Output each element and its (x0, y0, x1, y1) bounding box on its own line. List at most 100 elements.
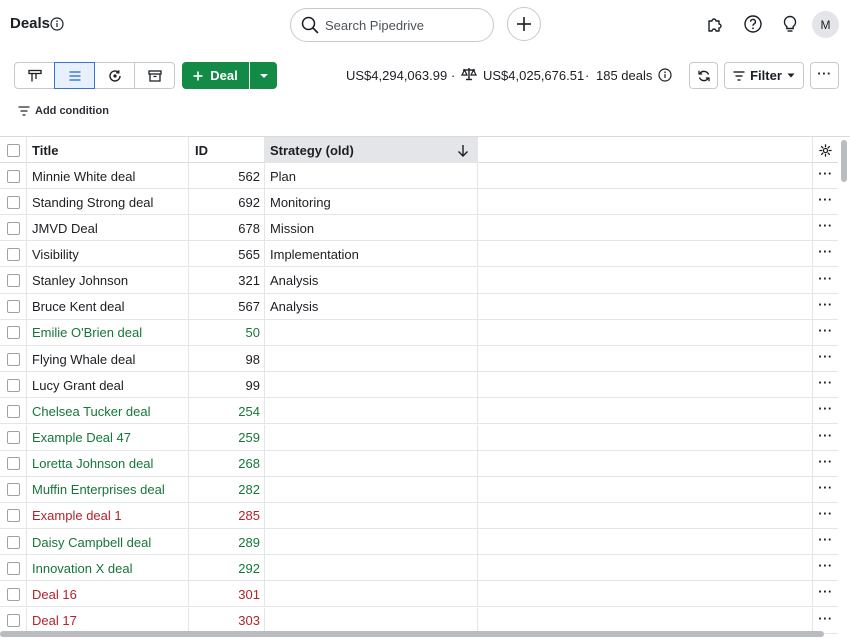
row-checkbox[interactable] (6, 326, 20, 340)
table-row[interactable]: Muffin Enterprises deal 282 ··· (0, 476, 838, 503)
deal-id-cell[interactable]: 303 (189, 607, 265, 634)
strategy-cell[interactable]: Mission (265, 215, 478, 242)
list-view-button[interactable] (54, 62, 95, 89)
strategy-cell[interactable] (265, 450, 478, 477)
strategy-cell[interactable]: Implementation (265, 241, 478, 268)
refresh-button[interactable] (689, 62, 718, 89)
table-row[interactable]: Minnie White deal 562 Plan ··· (0, 163, 838, 189)
extensions-icon[interactable] (704, 13, 726, 35)
deal-id-cell[interactable]: 565 (189, 241, 265, 268)
row-checkbox[interactable] (6, 404, 20, 418)
deal-id-cell[interactable]: 301 (189, 581, 265, 608)
select-all-checkbox[interactable] (6, 143, 20, 157)
strategy-cell[interactable]: Monitoring (265, 189, 478, 216)
strategy-cell[interactable] (265, 372, 478, 399)
row-checkbox[interactable] (6, 431, 20, 444)
more-options-button[interactable]: ··· (810, 62, 839, 89)
deal-id-cell[interactable]: 321 (189, 267, 265, 294)
strategy-cell[interactable]: Plan (265, 163, 478, 189)
table-row[interactable]: Innovation X deal 292 ··· (0, 555, 838, 582)
row-checkbox[interactable] (6, 300, 20, 314)
table-row[interactable]: Example Deal 47 259 ··· (0, 424, 838, 451)
row-actions-button[interactable]: ··· (813, 581, 838, 607)
strategy-cell[interactable] (265, 346, 478, 372)
strategy-cell[interactable]: Analysis (265, 293, 478, 320)
avatar[interactable]: M (812, 11, 839, 38)
table-row[interactable]: Visibility 565 Implementation ··· (0, 241, 838, 268)
horizontal-scrollbar[interactable] (0, 631, 824, 637)
row-checkbox[interactable] (6, 614, 20, 627)
deal-title-cell[interactable]: Innovation X deal (27, 555, 189, 582)
deal-id-cell[interactable]: 285 (189, 502, 265, 529)
deal-title-cell[interactable]: Minnie White deal (27, 163, 189, 189)
strategy-cell[interactable] (265, 319, 478, 346)
table-row[interactable]: Loretta Johnson deal 268 ··· (0, 450, 838, 477)
row-actions-button[interactable]: ··· (813, 608, 838, 634)
vertical-scrollbar[interactable] (841, 140, 847, 182)
row-actions-button[interactable]: ··· (813, 189, 838, 215)
table-row[interactable]: Deal 16 301 ··· (0, 581, 838, 608)
table-row[interactable]: Chelsea Tucker deal 254 ··· (0, 398, 838, 425)
row-actions-button[interactable]: ··· (813, 163, 838, 189)
filter-button[interactable]: Filter (724, 62, 804, 89)
row-actions-button[interactable]: ··· (813, 529, 838, 555)
strategy-cell[interactable] (265, 424, 478, 451)
deal-title-cell[interactable]: Flying Whale deal (27, 346, 189, 372)
row-actions-button[interactable]: ··· (813, 503, 838, 529)
column-header-id[interactable]: ID (189, 137, 265, 163)
deal-id-cell[interactable]: 282 (189, 476, 265, 503)
deal-id-cell[interactable]: 678 (189, 215, 265, 242)
column-header-strategy[interactable]: Strategy (old) (265, 137, 478, 163)
row-actions-button[interactable]: ··· (813, 241, 838, 267)
pipeline-view-button[interactable] (14, 62, 55, 89)
row-checkbox[interactable] (6, 587, 20, 601)
row-actions-button[interactable]: ··· (813, 346, 838, 372)
table-row[interactable]: Daisy Campbell deal 289 ··· (0, 529, 838, 556)
row-checkbox[interactable] (6, 247, 20, 261)
column-header-title[interactable]: Title (27, 137, 189, 163)
table-row[interactable]: Emilie O'Brien deal 50 ··· (0, 319, 838, 346)
row-checkbox[interactable] (6, 221, 20, 235)
strategy-cell[interactable] (265, 555, 478, 582)
table-row[interactable]: Deal 17 303 ··· (0, 607, 838, 634)
deal-id-cell[interactable]: 99 (189, 372, 265, 399)
table-row[interactable]: Standing Strong deal 692 Monitoring ··· (0, 189, 838, 216)
deal-id-cell[interactable]: 268 (189, 450, 265, 477)
table-row[interactable]: Flying Whale deal 98 ··· (0, 346, 838, 372)
deal-title-cell[interactable]: Lucy Grant deal (27, 372, 189, 399)
strategy-cell[interactable] (265, 529, 478, 556)
deal-title-cell[interactable]: Stanley Johnson (27, 267, 189, 294)
deal-id-cell[interactable]: 567 (189, 293, 265, 320)
deal-title-cell[interactable]: Deal 17 (27, 607, 189, 634)
strategy-cell[interactable] (265, 398, 478, 425)
add-deal-dropdown-button[interactable] (250, 62, 277, 89)
strategy-cell[interactable] (265, 476, 478, 503)
deal-title-cell[interactable]: Emilie O'Brien deal (27, 319, 189, 346)
deal-title-cell[interactable]: Visibility (27, 241, 189, 268)
deal-title-cell[interactable]: Example Deal 47 (27, 424, 189, 451)
row-checkbox[interactable] (6, 561, 20, 575)
deal-title-cell[interactable]: Deal 16 (27, 581, 189, 608)
row-checkbox[interactable] (6, 274, 20, 288)
deal-title-cell[interactable]: Muffin Enterprises deal (27, 476, 189, 503)
table-row[interactable]: Bruce Kent deal 567 Analysis ··· (0, 293, 838, 320)
help-icon[interactable] (742, 13, 764, 35)
row-actions-button[interactable]: ··· (813, 294, 838, 320)
deal-id-cell[interactable]: 50 (189, 319, 265, 346)
row-actions-button[interactable]: ··· (813, 372, 838, 398)
lightbulb-icon[interactable] (779, 13, 801, 35)
row-checkbox[interactable] (6, 352, 20, 366)
table-row[interactable]: Stanley Johnson 321 Analysis ··· (0, 267, 838, 294)
row-checkbox[interactable] (6, 535, 20, 549)
add-condition-button[interactable]: Add condition (18, 105, 109, 117)
row-checkbox[interactable] (6, 483, 20, 497)
deal-id-cell[interactable]: 692 (189, 189, 265, 216)
deal-id-cell[interactable]: 289 (189, 529, 265, 556)
deal-id-cell[interactable]: 292 (189, 555, 265, 582)
search-box[interactable] (290, 8, 494, 42)
archive-view-button[interactable] (134, 62, 175, 89)
search-input[interactable] (325, 15, 485, 35)
row-actions-button[interactable]: ··· (813, 425, 838, 451)
deal-id-cell[interactable]: 259 (189, 424, 265, 451)
strategy-cell[interactable] (265, 607, 478, 634)
